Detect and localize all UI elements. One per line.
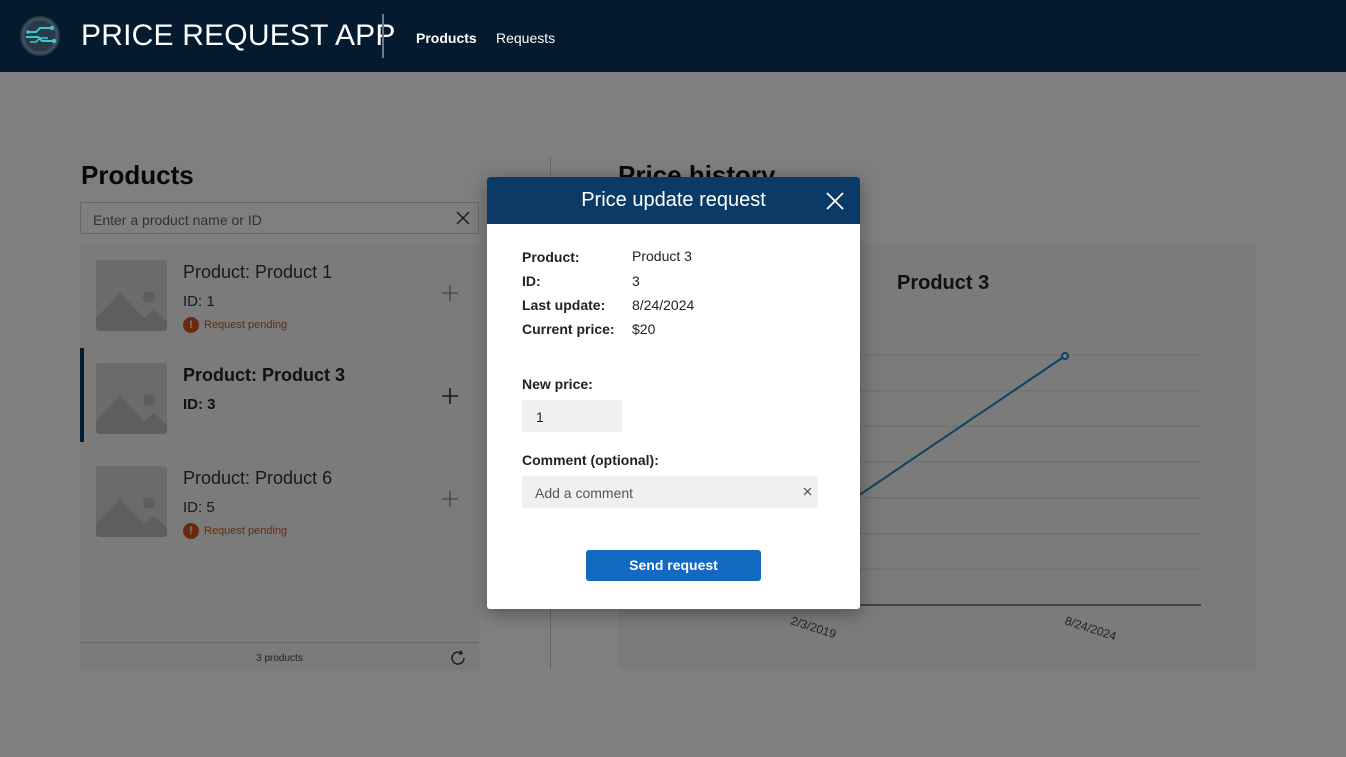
new-price-input[interactable]: 1 bbox=[522, 400, 622, 432]
close-icon[interactable] bbox=[825, 191, 845, 211]
comment-input[interactable]: Add a comment bbox=[522, 476, 818, 508]
product-label: Product: bbox=[522, 249, 580, 265]
send-request-button[interactable]: Send request bbox=[586, 550, 761, 581]
header-divider bbox=[382, 14, 384, 58]
last-update-label: Last update: bbox=[522, 297, 606, 313]
id-value: 3 bbox=[632, 273, 640, 289]
nav-products-link[interactable]: Products bbox=[416, 30, 477, 46]
last-update-value: 8/24/2024 bbox=[632, 297, 695, 313]
current-price-value: $20 bbox=[632, 321, 656, 337]
comment-placeholder: Add a comment bbox=[535, 485, 634, 501]
current-price-label: Current price: bbox=[522, 321, 615, 337]
new-price-value: 1 bbox=[536, 409, 544, 425]
app-header: PRICE REQUEST APP Products Requests bbox=[0, 0, 1346, 72]
clear-comment-icon[interactable] bbox=[802, 486, 813, 497]
new-price-label: New price: bbox=[522, 376, 593, 392]
dialog-title: Price update request bbox=[581, 189, 766, 211]
dialog-header: Price update request bbox=[487, 177, 860, 224]
price-update-dialog: Price update request Product: Product 3 … bbox=[487, 177, 860, 609]
product-value: Product 3 bbox=[632, 248, 692, 264]
app-title: PRICE REQUEST APP bbox=[81, 19, 396, 52]
id-label: ID: bbox=[522, 273, 541, 289]
app-logo-icon bbox=[20, 16, 60, 56]
comment-label: Comment (optional): bbox=[522, 452, 659, 468]
nav-requests-link[interactable]: Requests bbox=[496, 30, 555, 46]
